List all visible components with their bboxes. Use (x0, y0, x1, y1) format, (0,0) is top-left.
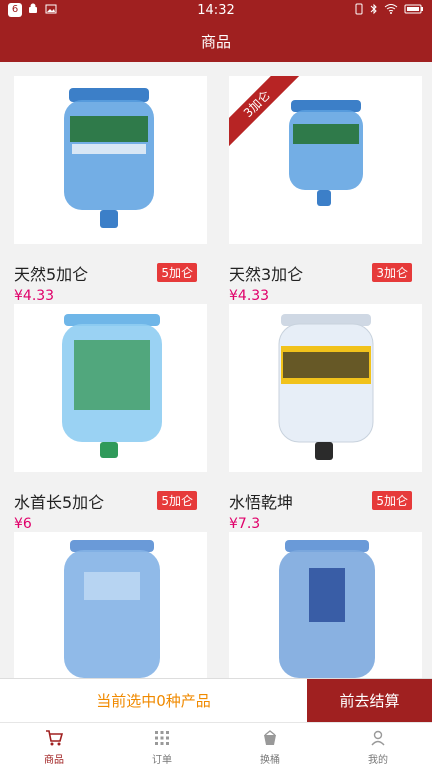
water-jug-image (64, 88, 154, 228)
wifi-icon (384, 3, 398, 18)
cart-summary: 当前选中0种产品 (96, 692, 211, 710)
tab-label: 换桶 (260, 755, 280, 766)
product-grid[interactable]: 天然5加仑 5加仑 ¥4.33 3加仑 天然3加仑 3加仑 ¥4.33 水首长5… (0, 62, 432, 678)
product-tag: 5加仑 (157, 491, 197, 510)
bucket-icon (216, 729, 324, 751)
product-name: 天然3加仑 (229, 265, 304, 284)
page-title: 商品 (200, 33, 231, 51)
water-jug-image (279, 540, 375, 678)
tab-label: 我的 (368, 755, 388, 766)
water-jug-image (62, 314, 162, 458)
product-image[interactable]: 3加仑 (229, 76, 422, 244)
tab-label: 商品 (44, 755, 64, 766)
tab-label: 订单 (152, 755, 172, 766)
tab-bar: 商品 订单 换桶 我的 (0, 722, 432, 768)
product-image[interactable] (14, 76, 207, 244)
status-bar: 6 14:32 (0, 0, 432, 22)
product-price: ¥4.33 (14, 288, 55, 304)
water-jug-image (278, 314, 374, 460)
product-tag: 5加仑 (157, 263, 197, 282)
product-name: 天然5加仑 (14, 265, 89, 284)
product-tag: 3加仑 (372, 263, 412, 282)
tab-products[interactable]: 商品 (0, 723, 108, 768)
product-name: 水首长5加仑 (14, 493, 105, 512)
product-image[interactable] (229, 304, 422, 472)
product-price: ¥4.33 (229, 288, 270, 304)
product-image[interactable] (14, 532, 207, 678)
product-image[interactable] (229, 532, 422, 678)
product-image[interactable] (14, 304, 207, 472)
water-jug-image (64, 540, 160, 678)
product-name: 水悟乾坤 (229, 493, 294, 512)
product-tag: 5加仑 (372, 491, 412, 510)
bluetooth-icon (370, 3, 378, 18)
tab-swap-bucket[interactable]: 换桶 (216, 723, 324, 768)
product-price: ¥6 (14, 516, 32, 532)
checkout-button[interactable]: 前去结算 (307, 679, 432, 723)
tab-orders[interactable]: 订单 (108, 723, 216, 768)
battery-icon (404, 3, 424, 18)
cart-bar: 当前选中0种产品 前去结算 (0, 678, 432, 723)
tab-profile[interactable]: 我的 (324, 723, 432, 768)
product-price: ¥7.3 (229, 516, 261, 532)
cart-icon (0, 729, 108, 751)
status-bar-right (354, 3, 424, 18)
vibrate-icon (354, 3, 364, 18)
user-icon (324, 729, 432, 751)
app-header: 商品 (0, 22, 432, 62)
grid-icon (108, 729, 216, 751)
